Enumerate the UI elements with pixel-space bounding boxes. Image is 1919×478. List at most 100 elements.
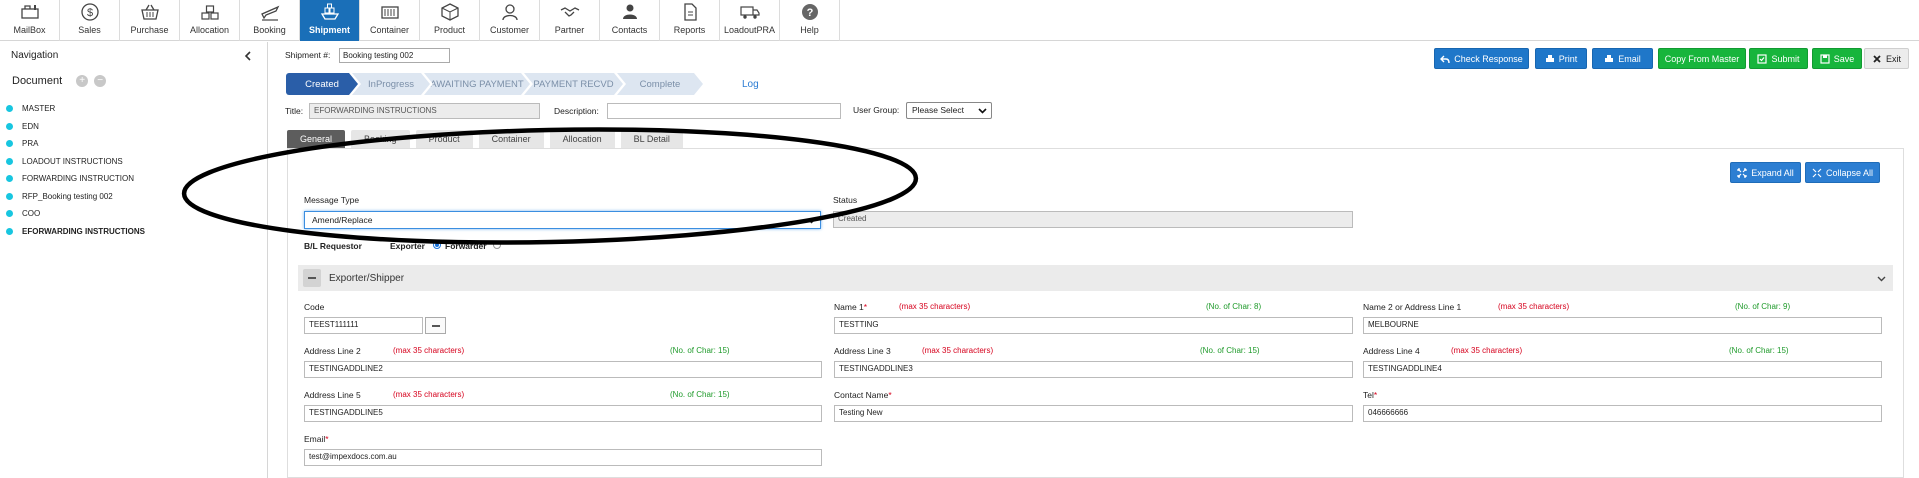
help-icon: ? — [801, 4, 818, 20]
toolbar-label: Purchase — [130, 25, 169, 35]
required-mark: * — [888, 390, 892, 400]
dollar-icon: $ — [80, 3, 99, 21]
tab-booking[interactable]: Booking — [351, 130, 410, 148]
toolbar-reports[interactable]: Reports — [660, 0, 720, 41]
exporter-radio[interactable] — [433, 241, 441, 249]
document-item[interactable]: MASTER — [6, 100, 145, 118]
description-field[interactable] — [607, 103, 841, 119]
email-field[interactable]: test@impexdocs.com.au — [304, 449, 822, 466]
navigation-sidebar: Navigation Document + − MASTER EDN PRA L… — [0, 42, 268, 478]
address5-field[interactable]: TESTINGADDLINE5 — [304, 405, 822, 422]
toolbar-mailbox[interactable]: MailBox — [0, 0, 60, 41]
toolbar-label: Sales — [78, 25, 101, 35]
user-group-select[interactable]: Please Select — [906, 102, 992, 119]
address2-label: Address Line 2 — [304, 346, 361, 356]
tab-general[interactable]: General — [287, 130, 346, 148]
tab-bl-detail[interactable]: BL Detail — [620, 130, 683, 148]
document-item[interactable]: LOADOUT INSTRUCTIONS — [6, 153, 145, 171]
document-item[interactable]: COO — [6, 205, 145, 223]
document-item-label: COO — [22, 209, 41, 219]
name2-char-count: (No. of Char: 9) — [1735, 302, 1791, 311]
log-link[interactable]: Log — [742, 79, 759, 90]
message-type-select[interactable]: Amend/Replace — [304, 211, 821, 229]
expand-all-button[interactable]: Expand All — [1730, 162, 1801, 183]
required-mark: * — [863, 302, 868, 312]
contact-label-group: Contact Name* — [834, 390, 892, 400]
tab-container[interactable]: Container — [478, 130, 544, 148]
name2-field[interactable]: MELBOURNE — [1363, 317, 1882, 334]
customer-icon — [501, 4, 518, 21]
toolbar-partner[interactable]: Partner — [540, 0, 600, 41]
tel-field[interactable]: 046666666 — [1363, 405, 1882, 422]
address3-field[interactable]: TESTINGADDLINE3 — [834, 361, 1353, 378]
toolbar-sales[interactable]: $ Sales — [60, 0, 120, 41]
address4-field[interactable]: TESTINGADDLINE4 — [1363, 361, 1882, 378]
handshake-icon — [560, 7, 579, 17]
workflow-step-payment-recvd[interactable]: PAYMENT RECVD — [524, 73, 623, 95]
mailbox-icon — [20, 5, 39, 19]
forwarder-radio[interactable] — [493, 241, 501, 249]
collapse-all-button[interactable]: Collapse All — [1805, 162, 1880, 183]
copy-from-master-button[interactable]: Copy From Master — [1658, 48, 1746, 69]
toolbar-loadoutpra[interactable]: LoadoutPRA — [720, 0, 780, 41]
remove-document-icon[interactable]: − — [94, 75, 107, 87]
name1-char-count: (No. of Char: 8) — [1206, 302, 1262, 311]
code-lookup-button[interactable] — [425, 317, 446, 334]
document-status-dot — [6, 210, 13, 218]
print-button[interactable]: Print — [1535, 48, 1587, 69]
document-header: Document + − — [12, 75, 107, 87]
address2-field[interactable]: TESTINGADDLINE2 — [304, 361, 822, 378]
main-toolbar: MailBox $ Sales Purchase Allocation Book… — [0, 0, 1919, 41]
collapse-sidebar-icon[interactable] — [244, 51, 252, 61]
workflow-step-awaiting-payment[interactable]: AWAITING PAYMENT — [424, 73, 530, 95]
document-item[interactable]: EDN — [6, 118, 145, 136]
chevron-down-icon[interactable] — [1877, 274, 1886, 283]
tab-allocation[interactable]: Allocation — [549, 130, 615, 148]
shipment-number-field[interactable]: Booking testing 002 — [339, 48, 450, 63]
forwarder-radio-label: Forwarder — [445, 241, 487, 251]
general-panel — [287, 148, 1904, 478]
boxes-icon — [200, 5, 219, 20]
save-button[interactable]: Save — [1812, 48, 1862, 69]
email-button[interactable]: Email — [1592, 48, 1653, 69]
exporter-radio-label: Exporter — [390, 241, 425, 251]
submit-button[interactable]: Submit — [1749, 48, 1808, 69]
collapse-section-icon[interactable] — [303, 269, 321, 287]
truck-icon — [739, 6, 760, 19]
toolbar-allocation[interactable]: Allocation — [180, 0, 240, 41]
address5-label: Address Line 5 — [304, 390, 361, 400]
toolbar-customer[interactable]: Customer — [480, 0, 540, 41]
contact-name-field[interactable]: Testing New — [834, 405, 1353, 422]
print-label: Print — [1558, 53, 1578, 64]
toolbar-container[interactable]: Container — [360, 0, 420, 41]
workflow-step-created[interactable]: Created — [286, 73, 358, 95]
exit-button[interactable]: Exit — [1864, 48, 1909, 69]
toolbar-purchase[interactable]: Purchase — [120, 0, 180, 41]
title-field[interactable]: EFORWARDING INSTRUCTIONS — [309, 103, 540, 119]
message-type-label: Message Type — [304, 195, 360, 205]
toolbar-product[interactable]: Product — [420, 0, 480, 41]
check-square-icon — [1757, 53, 1768, 64]
add-document-icon[interactable]: + — [76, 75, 89, 87]
exporter-shipper-section[interactable]: Exporter/Shipper — [298, 265, 1893, 291]
document-status-dot — [6, 157, 13, 165]
toolbar-label: LoadoutPRA — [723, 25, 776, 35]
document-item-active[interactable]: EFORWARDING INSTRUCTIONS — [6, 223, 145, 241]
tab-product[interactable]: Product — [415, 130, 473, 148]
document-item[interactable]: PRA — [6, 135, 145, 153]
toolbar-booking[interactable]: Booking — [240, 0, 300, 41]
navigation-title: Navigation — [11, 50, 59, 61]
document-status-dot — [6, 140, 13, 148]
toolbar-contacts[interactable]: Contacts — [600, 0, 660, 41]
name1-field[interactable]: TESTTING — [834, 317, 1353, 334]
workflow-step-complete[interactable]: Complete — [617, 73, 703, 95]
document-item[interactable]: FORWARDING INSTRUCTION — [6, 170, 145, 188]
submit-label: Submit — [1771, 53, 1800, 64]
toolbar-shipment[interactable]: Shipment — [300, 0, 360, 41]
toolbar-help[interactable]: ? Help — [780, 0, 840, 41]
workflow-step-inprogress[interactable]: InProgress — [352, 73, 430, 95]
check-response-button[interactable]: Check Response — [1434, 48, 1529, 69]
document-item[interactable]: RFP_Booking testing 002 — [6, 188, 145, 206]
tel-label-group: Tel* — [1363, 390, 1377, 400]
code-field[interactable]: TEEST111111 — [304, 317, 423, 334]
